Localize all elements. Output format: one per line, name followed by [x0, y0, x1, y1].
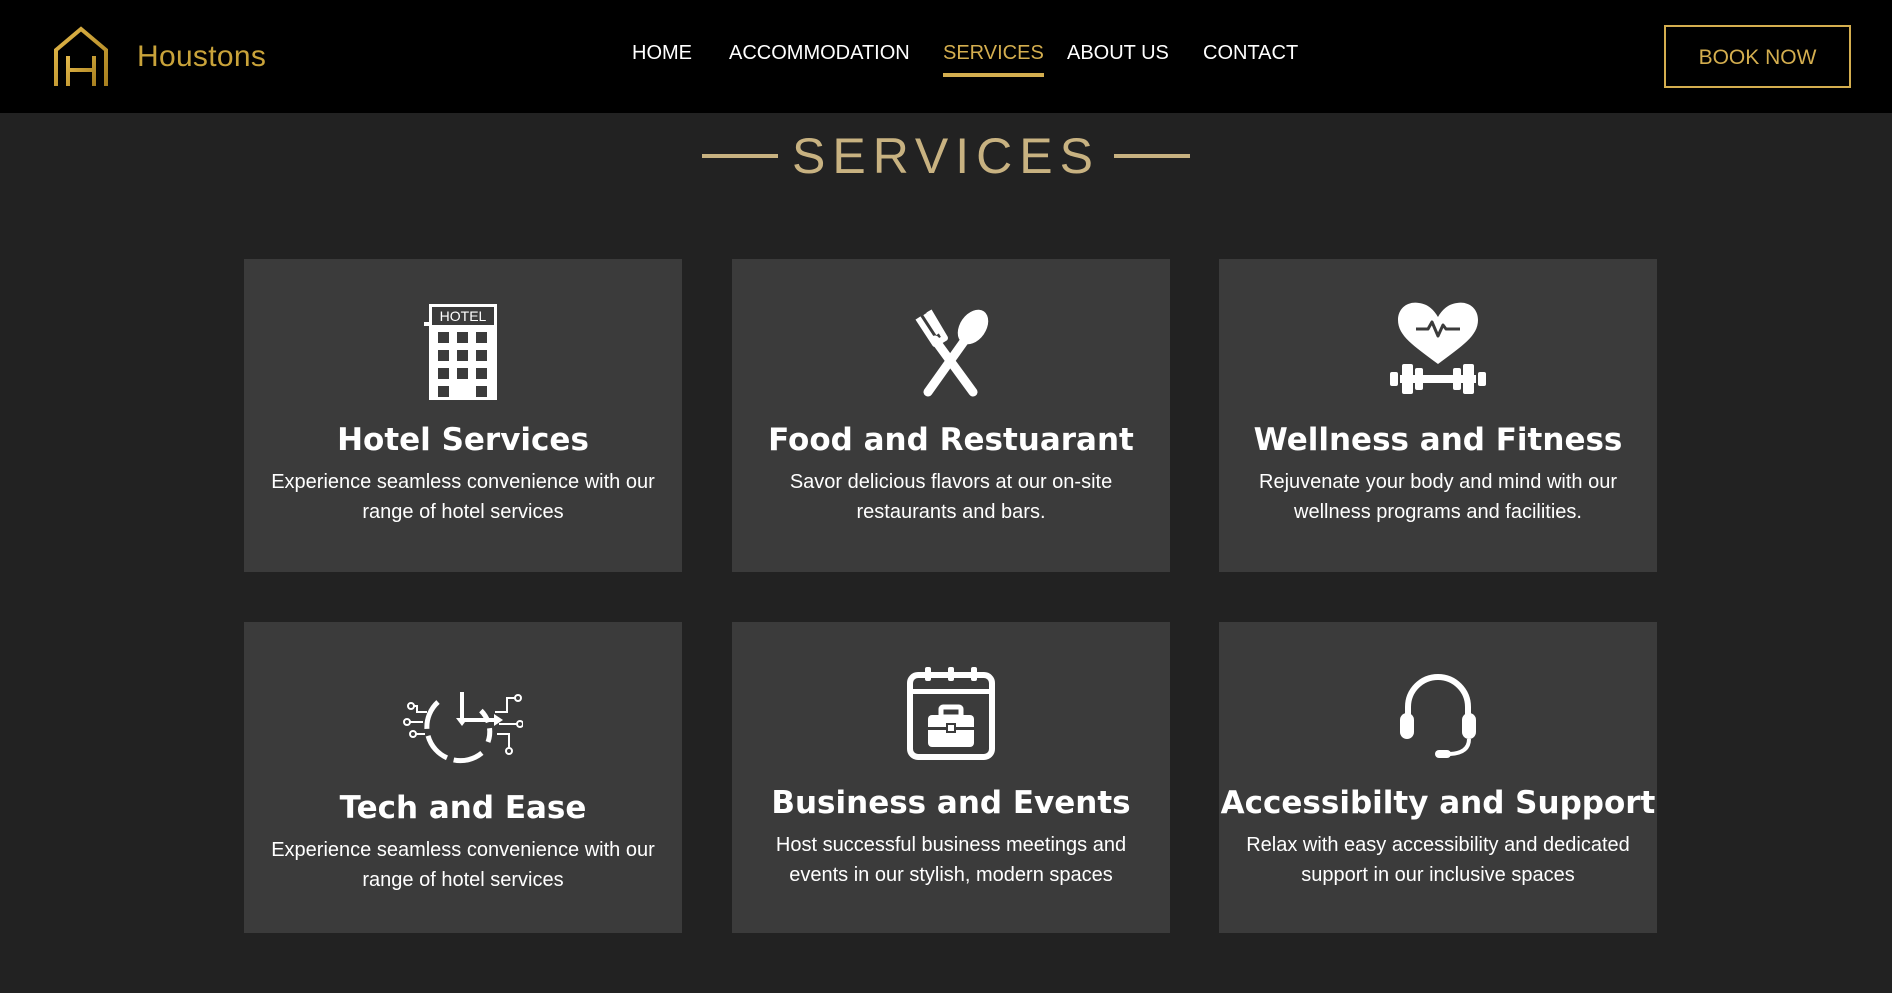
service-title: Accessibilty and Support — [1220, 785, 1656, 821]
brand-logo[interactable]: Houstons — [53, 26, 266, 88]
service-card-hotel[interactable]: HOTEL Hotel Services Experience seamless… — [244, 259, 682, 572]
service-card-wellness[interactable]: Wellness and Fitness Rejuvenate your bod… — [1219, 259, 1657, 572]
active-nav-underline — [943, 73, 1044, 77]
calendar-briefcase-icon — [901, 665, 1001, 765]
house-logo-icon — [54, 26, 108, 86]
site-header: Houstons HOME ACCOMMODATION SERVICES ABO… — [0, 0, 1892, 113]
service-description: Rejuvenate your body and mind with our w… — [1259, 471, 1617, 523]
brand-name: Houstons — [137, 40, 267, 73]
heart-dumbbell-icon — [1388, 302, 1488, 402]
service-title: Tech and Ease — [339, 790, 587, 826]
service-title: Hotel Services — [337, 422, 589, 458]
service-description: Experience seamless convenience with our… — [271, 471, 655, 523]
hotel-sign-text: HOTEL — [440, 308, 487, 324]
service-description: Relax with easy accessibility and dedica… — [1246, 834, 1630, 886]
service-description: Savor delicious flavors at our on-site r… — [789, 471, 1113, 523]
clock-circuit-icon — [403, 690, 523, 790]
service-description: Experience seamless convenience with our… — [271, 839, 655, 891]
service-card-tech[interactable]: Tech and Ease Experience seamless conven… — [244, 622, 682, 933]
service-card-food[interactable]: Food and Restuarant Savor delicious flav… — [732, 259, 1170, 572]
book-now-button[interactable]: BOOK NOW — [1664, 25, 1851, 88]
service-title: Business and Events — [771, 785, 1131, 821]
service-title: Wellness and Fitness — [1253, 422, 1623, 458]
nav-item-services-label: SERVICES — [943, 42, 1044, 64]
service-title: Food and Restuarant — [768, 422, 1134, 458]
headset-icon — [1388, 665, 1488, 765]
nav-item-home[interactable]: HOME — [632, 42, 692, 65]
nav-item-services[interactable]: SERVICES — [943, 42, 1044, 77]
title-rule-left — [702, 154, 779, 158]
main-nav: HOME ACCOMMODATION SERVICES ABOUT US CON… — [0, 0, 1892, 113]
nav-item-contact[interactable]: CONTACT — [1203, 42, 1298, 65]
section-heading: SERVICES — [0, 126, 1892, 186]
service-description: Host successful business meetings and ev… — [775, 834, 1127, 886]
page-title: SERVICES — [792, 128, 1100, 184]
hotel-building-icon: HOTEL — [413, 302, 513, 402]
nav-item-about-us[interactable]: ABOUT US — [1067, 42, 1169, 65]
service-card-business[interactable]: Business and Events Host successful busi… — [732, 622, 1170, 933]
fork-spoon-icon — [901, 302, 1001, 402]
title-rule-right — [1113, 154, 1190, 158]
service-card-support[interactable]: Accessibilty and Support Relax with easy… — [1219, 622, 1657, 933]
nav-item-accommodation[interactable]: ACCOMMODATION — [729, 42, 910, 65]
